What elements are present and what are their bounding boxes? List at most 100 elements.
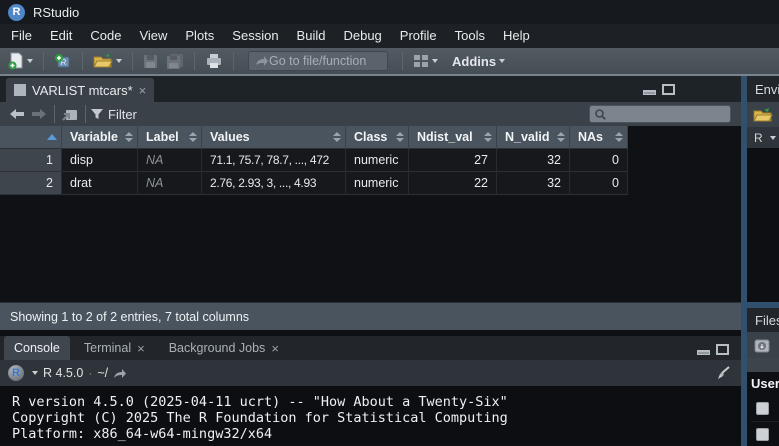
cell-nas[interactable]: 0 [570, 149, 628, 172]
save-all-icon [166, 53, 184, 69]
table-status-bar: Showing 1 to 2 of 2 entries, 7 total col… [0, 302, 741, 330]
tab-environment[interactable]: Envir [747, 76, 779, 102]
table-status-text: Showing 1 to 2 of 2 entries, 7 total col… [10, 310, 249, 324]
table-search-box[interactable] [589, 105, 731, 123]
cell-class[interactable]: numeric [346, 172, 409, 195]
goto-file-search[interactable] [248, 51, 388, 71]
r-version-caret-icon[interactable] [32, 371, 38, 375]
load-workspace-icon[interactable] [753, 107, 773, 123]
cell-values[interactable]: 2.76, 2.93, 3, ..., 4.93 [202, 172, 346, 195]
close-icon[interactable] [139, 84, 147, 97]
goto-directory-icon[interactable] [113, 368, 127, 379]
files-pane: Files Users [747, 308, 779, 446]
save-all-button[interactable] [164, 50, 186, 72]
forward-icon[interactable] [31, 108, 47, 120]
col-header-class[interactable]: Class [346, 126, 409, 149]
maximize-pane-icon[interactable] [662, 84, 675, 95]
new-project-icon: R [54, 52, 72, 70]
cell-ndist-val[interactable]: 27 [409, 149, 497, 172]
menu-debug[interactable]: Debug [334, 24, 390, 48]
menu-session[interactable]: Session [223, 24, 287, 48]
cell-n-valid[interactable]: 32 [497, 172, 570, 195]
filter-icon[interactable] [90, 108, 104, 120]
title-bar: R RStudio [0, 0, 779, 24]
r-version-label[interactable]: R 4.5.0 [43, 366, 83, 380]
files-toolbar [747, 332, 779, 358]
file-row[interactable] [751, 396, 779, 422]
new-project-button[interactable]: R [52, 50, 74, 72]
menu-edit[interactable]: Edit [41, 24, 81, 48]
menu-plots[interactable]: Plots [176, 24, 223, 48]
environment-pane: Envir R [747, 76, 779, 302]
minimize-pane-icon[interactable] [643, 90, 656, 95]
cell-label[interactable]: NA [138, 172, 202, 195]
col-header-rownum[interactable] [0, 126, 62, 149]
cell-variable[interactable]: drat [62, 172, 138, 195]
environment-r-dropdown[interactable]: R [747, 127, 779, 148]
tab-terminal[interactable]: Terminal [74, 336, 155, 360]
cell-n-valid[interactable]: 32 [497, 149, 570, 172]
sort-icon [189, 132, 197, 142]
row-number: 1 [0, 149, 62, 172]
open-in-window-icon[interactable] [62, 108, 78, 121]
cell-ndist-val[interactable]: 22 [409, 172, 497, 195]
print-icon [205, 53, 223, 69]
goto-file-input[interactable] [269, 54, 379, 68]
menu-profile[interactable]: Profile [391, 24, 446, 48]
new-folder-icon[interactable] [753, 337, 771, 354]
close-icon[interactable] [271, 342, 279, 355]
addins-label: Addins [452, 54, 496, 69]
file-checkbox[interactable] [756, 428, 769, 441]
menu-view[interactable]: View [130, 24, 176, 48]
menu-code[interactable]: Code [81, 24, 130, 48]
cell-variable[interactable]: disp [62, 149, 138, 172]
menu-help[interactable]: Help [494, 24, 539, 48]
tab-files[interactable]: Files [747, 308, 779, 332]
minimize-pane-icon[interactable] [697, 350, 710, 355]
tab-background-jobs[interactable]: Background Jobs [159, 336, 289, 360]
save-button[interactable] [141, 50, 160, 72]
col-header-values[interactable]: Values [202, 126, 346, 149]
cell-nas[interactable]: 0 [570, 172, 628, 195]
tab-title: VARLIST mtcars* [32, 83, 133, 98]
chevron-down-icon [770, 136, 776, 140]
file-row[interactable] [751, 422, 779, 446]
console-output[interactable]: R version 4.5.0 (2025-04-11 ucrt) -- "Ho… [0, 386, 741, 444]
new-file-icon [8, 52, 24, 70]
separator-dot: · [88, 366, 92, 380]
pane-layout-button[interactable] [411, 50, 440, 72]
col-header-label[interactable]: Label [138, 126, 202, 149]
cell-values[interactable]: 71.1, 75.7, 78.7, ..., 472 [202, 149, 346, 172]
console-tab-strip: Console Terminal Background Jobs [0, 336, 741, 360]
menu-tools[interactable]: Tools [446, 24, 494, 48]
filter-label[interactable]: Filter [108, 107, 137, 122]
close-icon[interactable] [137, 342, 145, 355]
r-version-icon: R [8, 365, 24, 381]
cell-label[interactable]: NA [138, 149, 202, 172]
col-header-ndist-val[interactable]: Ndist_val [409, 126, 497, 149]
col-header-variable[interactable]: Variable [62, 126, 138, 149]
new-file-button[interactable] [6, 50, 35, 72]
print-button[interactable] [203, 50, 225, 72]
menu-file[interactable]: File [2, 24, 41, 48]
working-directory-label[interactable]: ~/ [97, 366, 108, 380]
tab-varlist-mtcars[interactable]: VARLIST mtcars* [6, 78, 154, 102]
search-icon [594, 108, 607, 121]
sort-icon [484, 132, 492, 142]
addins-button[interactable]: Addins [444, 50, 507, 72]
file-checkbox[interactable] [756, 402, 769, 415]
addins-caret-icon [499, 59, 505, 63]
files-path-label[interactable]: Users [751, 376, 779, 391]
col-header-nas[interactable]: NAs [570, 126, 628, 149]
tab-console[interactable]: Console [4, 336, 70, 360]
table-search-input[interactable] [607, 107, 717, 121]
open-folder-icon [93, 53, 113, 69]
cell-class[interactable]: numeric [346, 149, 409, 172]
clear-console-icon[interactable] [715, 366, 731, 380]
open-file-button[interactable] [91, 50, 124, 72]
console-pane: Console Terminal Background Jobs R R 4.5… [0, 336, 741, 446]
menu-build[interactable]: Build [288, 24, 335, 48]
col-header-n-valid[interactable]: N_valid [497, 126, 570, 149]
maximize-pane-icon[interactable] [716, 344, 729, 355]
back-icon[interactable] [9, 108, 25, 120]
